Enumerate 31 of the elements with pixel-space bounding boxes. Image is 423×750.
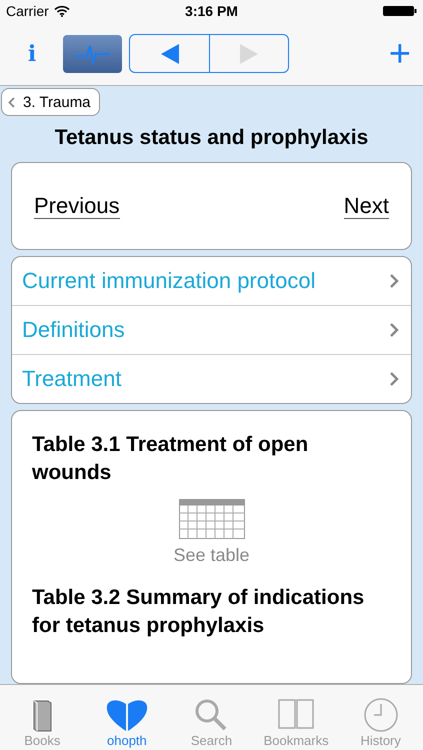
table-icon[interactable] — [178, 499, 244, 539]
segmented-control[interactable] — [129, 34, 289, 73]
chevron-left-icon — [8, 96, 15, 108]
triangle-right-icon — [238, 42, 260, 64]
next-link[interactable]: Next — [344, 192, 389, 220]
tab-item[interactable]: Bookmarks — [256, 685, 336, 750]
previous-link[interactable]: Previous — [34, 192, 120, 220]
carrier-label: Carrier — [6, 3, 49, 19]
tab-item[interactable]: Search — [171, 685, 252, 750]
add-button[interactable]: + — [388, 34, 411, 72]
back-link[interactable]: 3. Trauma — [1, 88, 100, 116]
see-table-link[interactable]: See table — [173, 545, 250, 566]
pulse-button[interactable] — [63, 34, 122, 72]
clock-time: 3:16 PM — [184, 3, 239, 19]
section-item[interactable]: Definitions — [12, 305, 411, 354]
chevron-right-icon — [389, 273, 399, 289]
tab-item[interactable]: Books — [2, 685, 82, 750]
info-button[interactable]: i — [20, 40, 44, 66]
section-item[interactable]: Current immunization protocol — [12, 257, 411, 305]
chevron-right-icon — [389, 322, 399, 338]
table-title: Table 3.1 Treatment of open wounds — [32, 432, 310, 486]
wifi-icon — [54, 5, 70, 17]
tab-item[interactable]: History — [340, 685, 421, 750]
tab-item[interactable]: ohopth — [86, 685, 167, 750]
battery-icon — [383, 5, 417, 17]
table-title: Table 3.2 Summary of indications for tetanus prophylaxis — [32, 585, 366, 639]
page-title: Tetanus status and prophylaxis — [54, 126, 370, 150]
clock-icon — [362, 697, 399, 733]
chevron-right-icon — [389, 371, 399, 387]
triangle-left-icon — [158, 42, 180, 64]
section-item[interactable]: Treatment — [12, 354, 411, 403]
